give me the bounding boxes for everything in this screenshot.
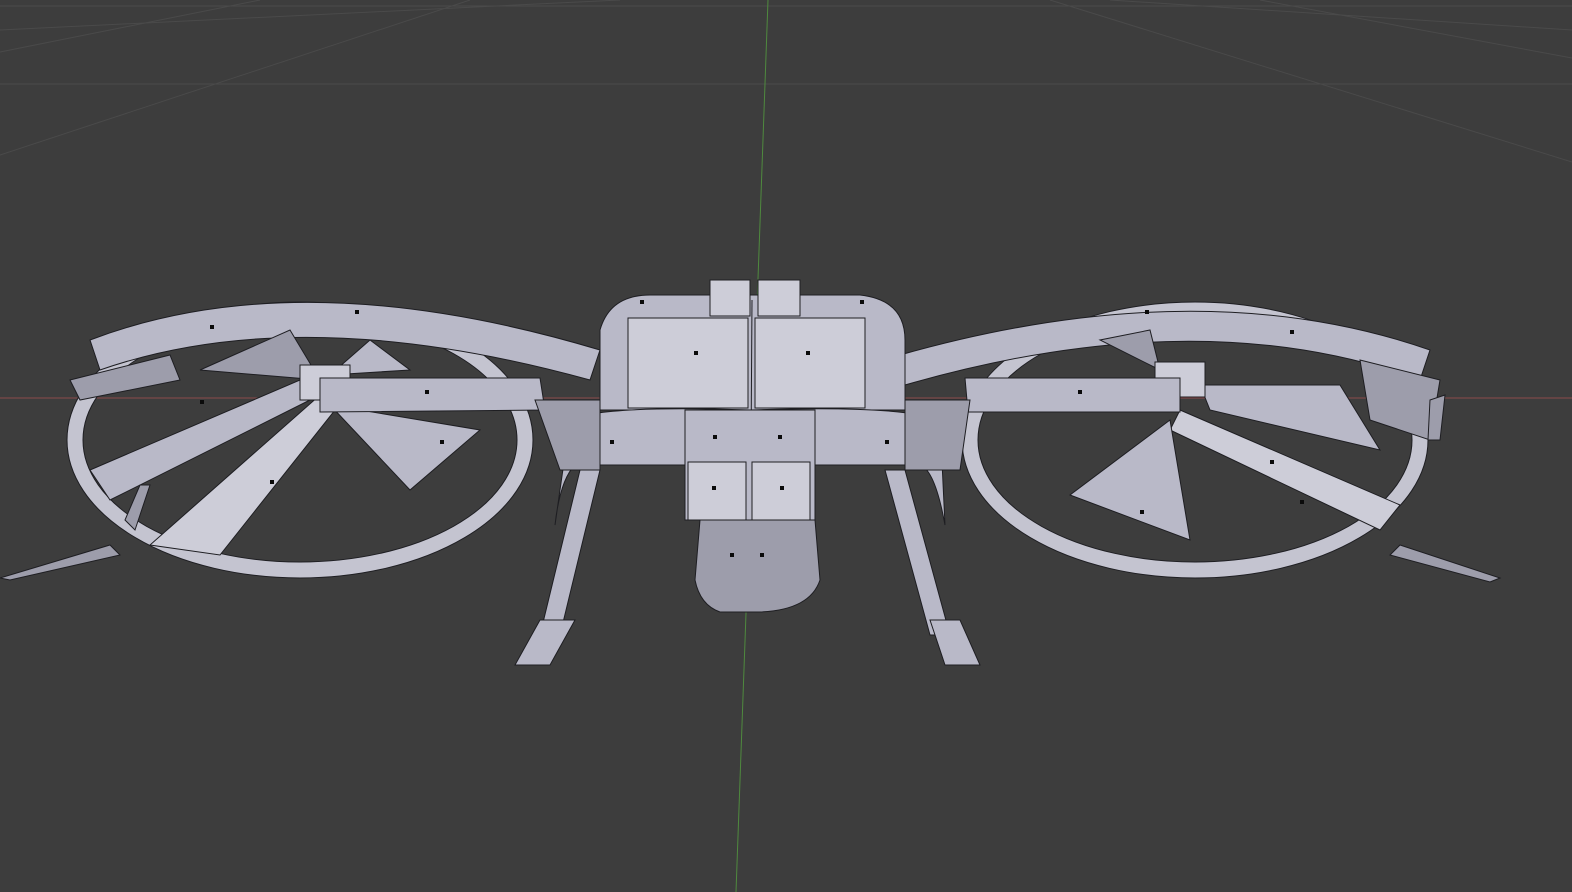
drone-body[interactable] [534,279,971,613]
right-arm[interactable] [964,377,1181,413]
3d-viewport[interactable] [0,0,1572,892]
drone-mesh[interactable] [0,279,1502,666]
viewport-canvas[interactable] [0,0,1572,892]
left-arm[interactable] [319,377,546,413]
left-rotor-ring[interactable] [66,301,601,579]
floor-grid [0,0,1572,163]
